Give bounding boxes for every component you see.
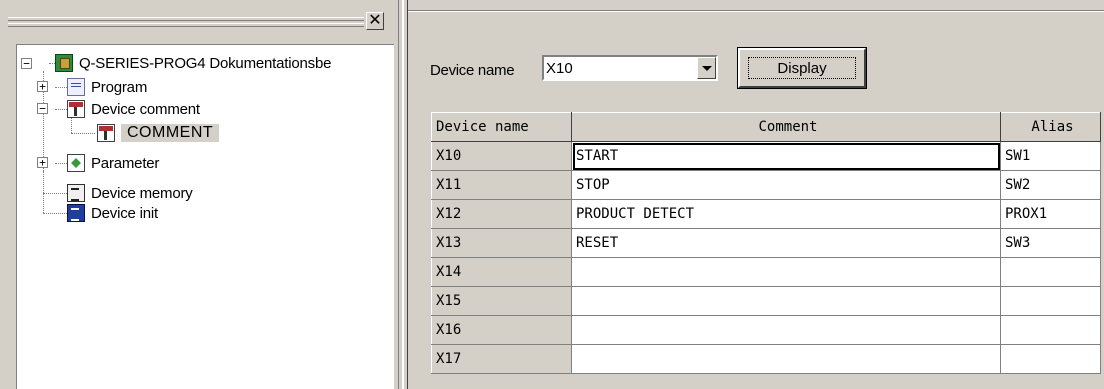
table-header-row: Device name Comment Alias bbox=[431, 112, 1101, 142]
table-row: X13 RESET SW3 bbox=[431, 228, 1101, 258]
device-cell[interactable]: X15 bbox=[431, 286, 572, 316]
table-row: X16 bbox=[431, 315, 1101, 345]
tree-titlebar[interactable] bbox=[8, 14, 368, 30]
tree-connector bbox=[71, 117, 72, 133]
tree-item-label: Program bbox=[91, 78, 148, 96]
comment-cell[interactable] bbox=[571, 257, 1001, 287]
tree-item-label: Parameter bbox=[91, 154, 160, 172]
tree-item-device-init[interactable]: Device init bbox=[67, 203, 158, 223]
device-name-label: Device name bbox=[430, 62, 515, 79]
column-header-device-name[interactable]: Device name bbox=[431, 112, 572, 142]
titlebar-grip bbox=[8, 23, 364, 27]
tree-item-program[interactable]: Program bbox=[67, 77, 147, 97]
table-row: X11 STOP SW2 bbox=[431, 170, 1101, 200]
tree-item-label: Device memory bbox=[91, 184, 193, 202]
device-memory-icon bbox=[67, 184, 85, 202]
tree-item-comment[interactable]: COMMENT bbox=[97, 123, 220, 143]
project-tree-pane: ✕ − Q-SERIES-PROG4 Dokumentationsbe + Pr… bbox=[0, 0, 398, 389]
pane-splitter[interactable] bbox=[398, 0, 408, 389]
close-icon[interactable]: ✕ bbox=[366, 12, 384, 30]
device-cell[interactable]: X10 bbox=[431, 141, 572, 171]
tree-item-device-memory[interactable]: Device memory bbox=[67, 183, 193, 203]
comment-cell[interactable]: STOP bbox=[571, 170, 1001, 200]
tree-connector bbox=[43, 193, 67, 194]
alias-cell[interactable]: PROX1 bbox=[1000, 199, 1101, 229]
table-row: X14 bbox=[431, 257, 1101, 287]
chevron-down-icon[interactable] bbox=[697, 57, 716, 79]
table-row: X17 bbox=[431, 344, 1101, 374]
comment-icon bbox=[97, 124, 115, 142]
device-cell[interactable]: X14 bbox=[431, 257, 572, 287]
tree-connector bbox=[55, 87, 67, 88]
alias-cell[interactable]: SW3 bbox=[1000, 228, 1101, 258]
tree-item-label: Q-SERIES-PROG4 Dokumentationsbe bbox=[79, 54, 332, 72]
tree-connector bbox=[55, 109, 67, 110]
alias-cell[interactable] bbox=[1000, 286, 1101, 316]
collapse-toggle[interactable]: − bbox=[21, 58, 32, 69]
divider bbox=[408, 10, 1104, 12]
device-cell[interactable]: X16 bbox=[431, 315, 572, 345]
tree-connector bbox=[43, 213, 67, 214]
column-header-alias[interactable]: Alias bbox=[1000, 112, 1101, 142]
program-icon bbox=[67, 78, 85, 96]
expand-toggle[interactable]: + bbox=[37, 157, 48, 168]
device-comment-editor: Device name X10 Display Device name Comm… bbox=[408, 0, 1104, 389]
table-row: X12 PRODUCT DETECT PROX1 bbox=[431, 199, 1101, 229]
comment-cell[interactable]: PRODUCT DETECT bbox=[571, 199, 1001, 229]
display-button[interactable]: Display bbox=[737, 47, 867, 89]
comment-table: Device name Comment Alias X10 START SW1 … bbox=[431, 112, 1101, 374]
titlebar-grip bbox=[8, 17, 364, 21]
device-cell[interactable]: X12 bbox=[431, 199, 572, 229]
comment-cell[interactable] bbox=[571, 286, 1001, 316]
project-tree[interactable]: − Q-SERIES-PROG4 Dokumentationsbe + Prog… bbox=[16, 44, 394, 389]
tree-item-label: Device comment bbox=[91, 100, 200, 118]
table-row: X15 bbox=[431, 286, 1101, 316]
device-name-value[interactable]: X10 bbox=[546, 60, 573, 77]
comment-cell[interactable] bbox=[571, 344, 1001, 374]
tree-connector bbox=[55, 163, 67, 164]
project-icon bbox=[55, 54, 73, 72]
device-cell[interactable]: X11 bbox=[431, 170, 572, 200]
collapse-toggle[interactable]: − bbox=[37, 103, 48, 114]
comment-cell[interactable]: RESET bbox=[571, 228, 1001, 258]
parameter-icon bbox=[67, 154, 85, 172]
device-init-icon bbox=[67, 204, 85, 222]
device-name-combo[interactable]: X10 bbox=[542, 55, 718, 81]
alias-cell[interactable]: SW2 bbox=[1000, 170, 1101, 200]
comment-cell[interactable]: START bbox=[571, 141, 1001, 171]
table-row: X10 START SW1 bbox=[431, 141, 1101, 171]
device-cell[interactable]: X17 bbox=[431, 344, 572, 374]
tree-item-project[interactable]: Q-SERIES-PROG4 Dokumentationsbe bbox=[55, 53, 331, 73]
expand-toggle[interactable]: + bbox=[37, 81, 48, 92]
device-comment-icon bbox=[67, 100, 85, 118]
device-cell[interactable]: X13 bbox=[431, 228, 572, 258]
tree-item-device-comment[interactable]: Device comment bbox=[67, 99, 200, 119]
comment-cell[interactable] bbox=[571, 315, 1001, 345]
tree-item-label: Device init bbox=[91, 204, 158, 222]
alias-cell[interactable]: SW1 bbox=[1000, 141, 1101, 171]
alias-cell[interactable] bbox=[1000, 344, 1101, 374]
column-header-comment[interactable]: Comment bbox=[571, 112, 1001, 142]
tree-item-parameter[interactable]: Parameter bbox=[67, 153, 159, 173]
tree-connector bbox=[71, 133, 95, 134]
alias-cell[interactable] bbox=[1000, 257, 1101, 287]
display-button-label: Display bbox=[748, 57, 856, 79]
alias-cell[interactable] bbox=[1000, 315, 1101, 345]
tree-item-label: COMMENT bbox=[121, 124, 220, 142]
tree-connector bbox=[43, 171, 44, 213]
